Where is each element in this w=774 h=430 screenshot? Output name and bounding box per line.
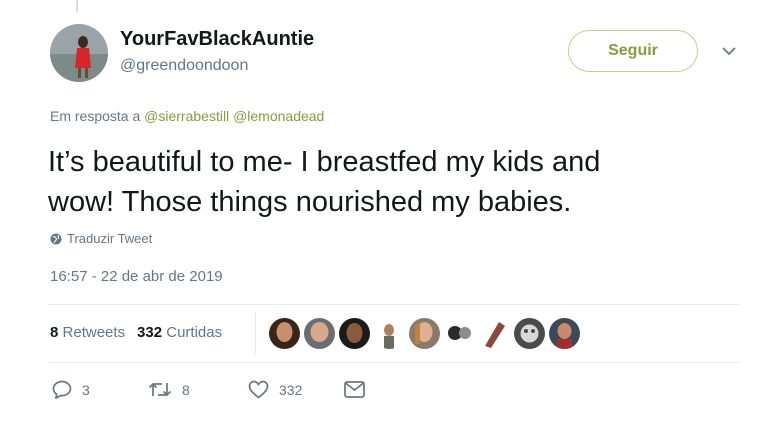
direct-message-button[interactable]	[344, 381, 365, 398]
mention-link[interactable]: @sierrabestill	[144, 108, 229, 124]
envelope-icon	[344, 381, 365, 398]
author-display-name[interactable]: YourFavBlackAuntie	[120, 28, 314, 51]
retweet-button[interactable]: 8	[148, 381, 248, 398]
tweet-timestamp[interactable]: 16:57 - 22 de abr de 2019	[50, 268, 223, 285]
tweet-actions: 3 8 332	[52, 380, 365, 399]
tweet-text-line: It’s beautiful to me- I breastfed my kid…	[48, 146, 601, 178]
retweet-icon	[148, 382, 172, 397]
translate-label: Traduzir Tweet	[67, 231, 153, 246]
reply-icon	[52, 380, 72, 399]
liker-avatar[interactable]	[269, 318, 300, 349]
globe-icon	[50, 233, 62, 244]
author-avatar[interactable]	[50, 24, 108, 82]
tweet-stats: 8 Retweets 332 Curtidas	[50, 324, 222, 341]
chevron-down-icon[interactable]	[718, 40, 740, 62]
reply-context: Em resposta a @sierrabestill @lemonadead	[50, 108, 324, 124]
likes-stat[interactable]: 332 Curtidas	[137, 324, 222, 341]
liker-avatar[interactable]	[514, 318, 545, 349]
retweets-stat[interactable]: 8 Retweets	[50, 324, 125, 341]
heart-icon	[248, 380, 269, 399]
liker-avatar[interactable]	[374, 318, 405, 349]
stats-separator	[255, 312, 256, 354]
tweet-text-line: wow! Those things nourished my babies.	[48, 186, 572, 218]
reply-button[interactable]: 3	[52, 380, 148, 399]
like-button[interactable]: 332	[248, 380, 344, 399]
retweet-count: 8	[182, 381, 190, 398]
follow-button[interactable]: Seguir	[568, 30, 698, 72]
thread-connector-line	[76, 0, 78, 12]
like-count: 332	[279, 381, 303, 398]
reply-count: 3	[82, 381, 90, 398]
divider	[48, 304, 740, 305]
liker-avatar[interactable]	[549, 318, 580, 349]
tweet-text: It’s beautiful to me- I breastfed my kid…	[48, 142, 748, 222]
liker-avatars	[269, 318, 580, 349]
liker-avatar[interactable]	[409, 318, 440, 349]
liker-avatar[interactable]	[479, 318, 510, 349]
liker-avatar[interactable]	[304, 318, 335, 349]
translate-tweet-link[interactable]: Traduzir Tweet	[50, 231, 152, 246]
likes-count: 332	[137, 324, 163, 341]
likes-label: Curtidas	[166, 324, 223, 341]
retweets-label: Retweets	[62, 324, 126, 341]
liker-avatar[interactable]	[339, 318, 370, 349]
divider	[48, 362, 740, 363]
reply-prefix: Em resposta a	[50, 108, 141, 124]
retweets-count: 8	[50, 324, 59, 341]
author-handle[interactable]: @greendoondoon	[120, 57, 248, 75]
mention-link[interactable]: @lemonadead	[233, 108, 324, 124]
liker-avatar[interactable]	[444, 318, 475, 349]
